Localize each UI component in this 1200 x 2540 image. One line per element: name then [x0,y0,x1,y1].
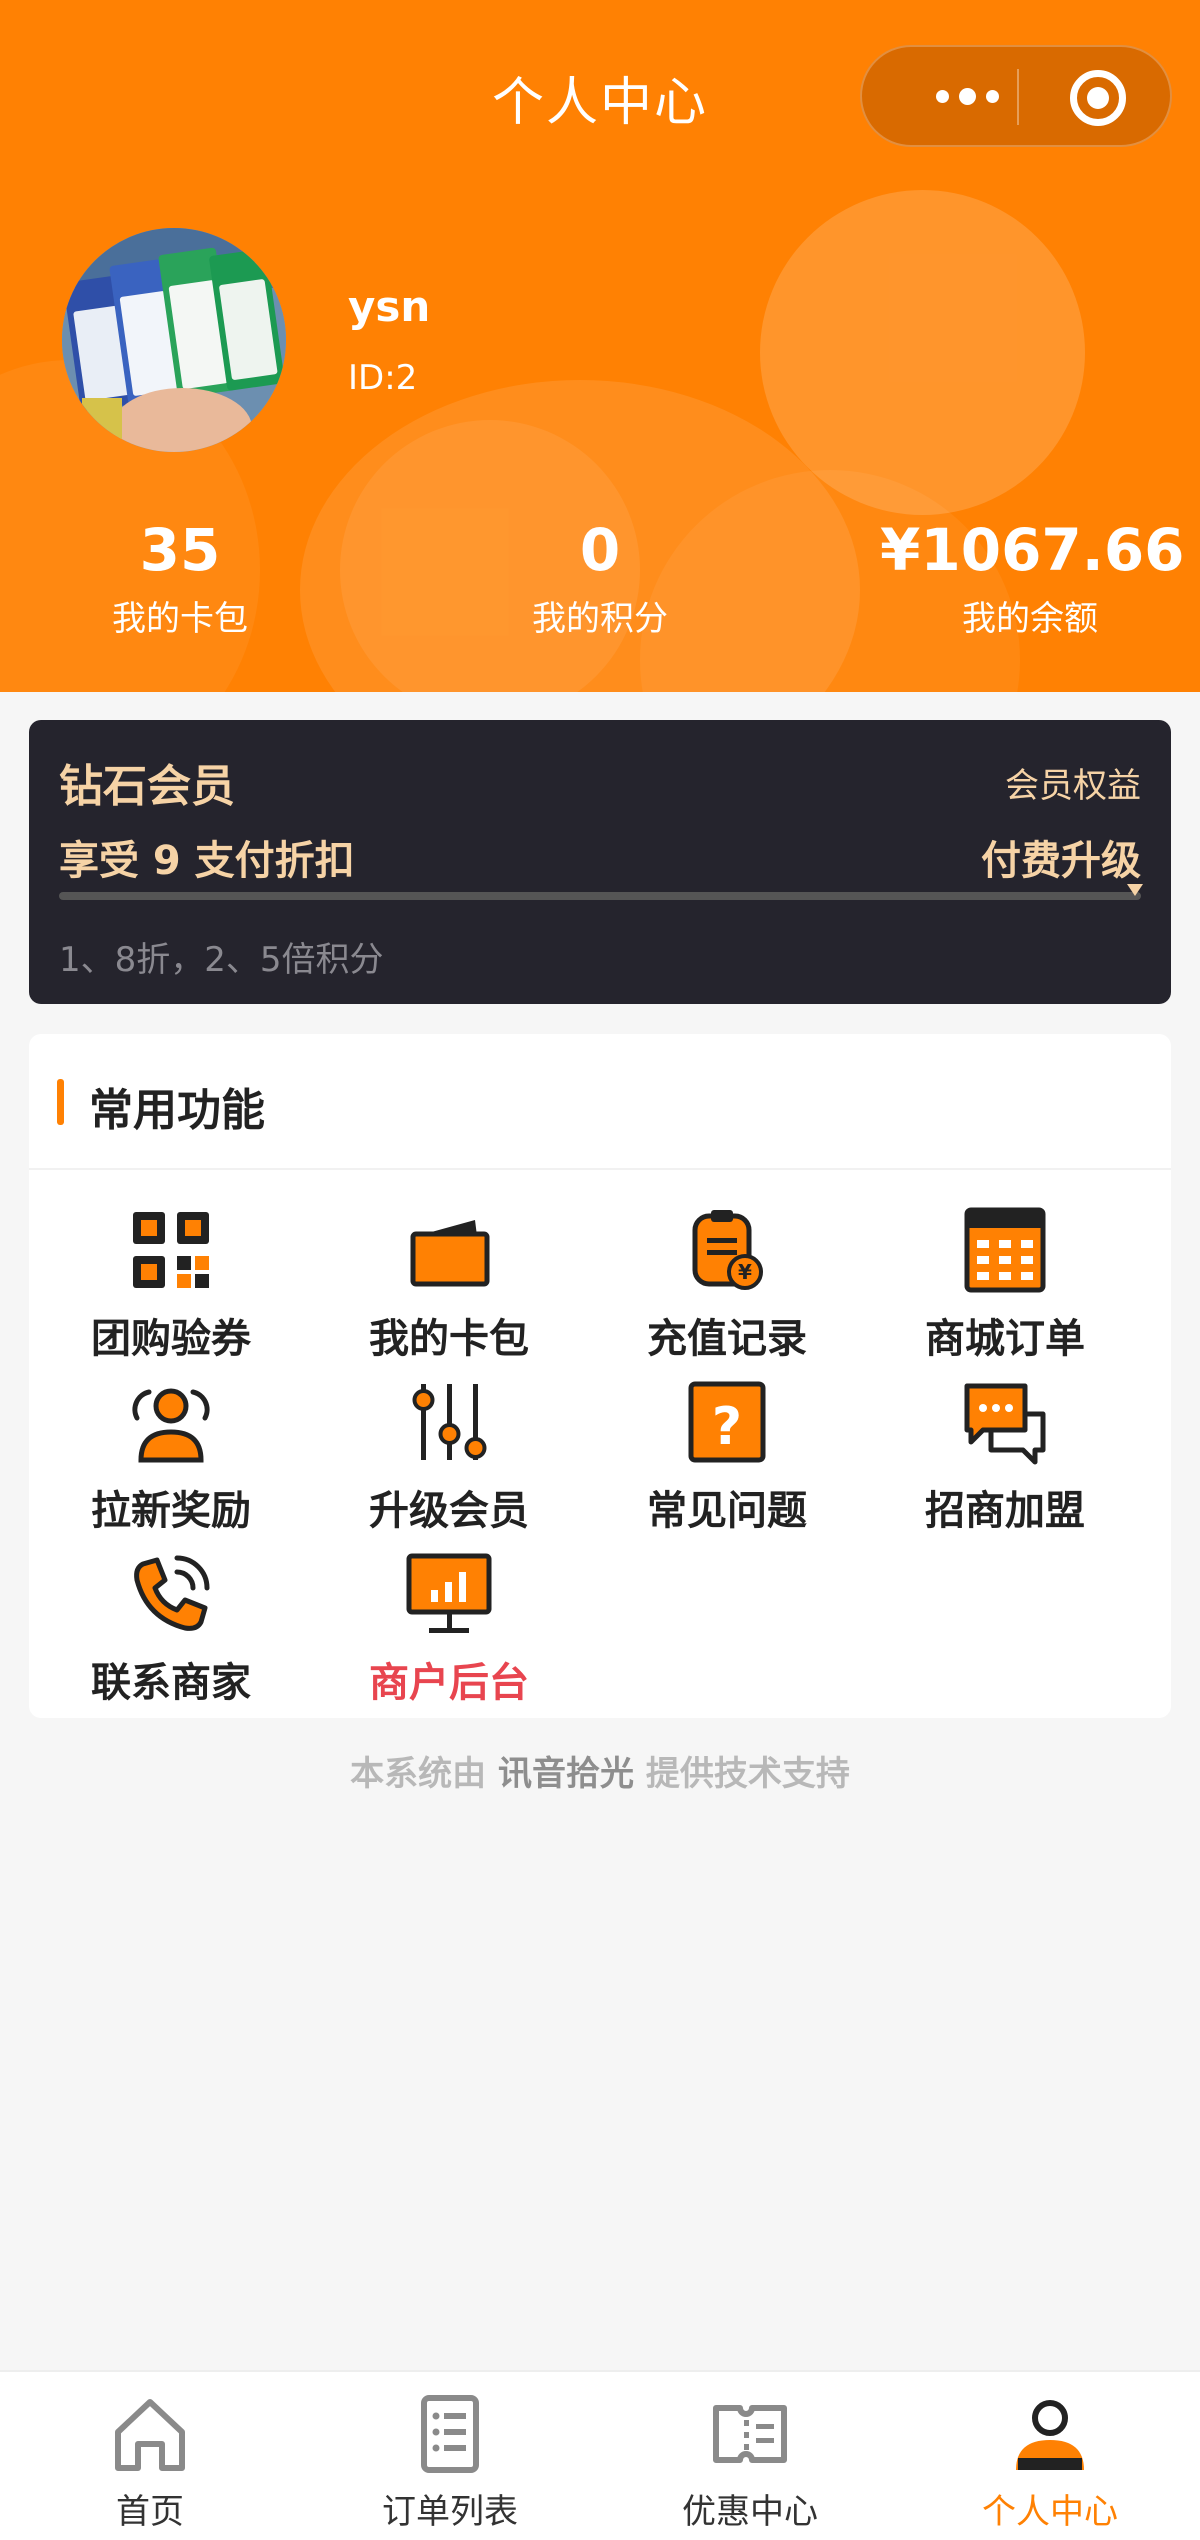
func-item-mall-orders[interactable]: 商城订单 [865,1206,1145,1362]
user-id: ID:2 [348,358,418,398]
stat-points-label: 我的积分 [532,599,668,639]
section-header: 常用功能 [29,1034,1171,1170]
svg-text:?: ? [712,1397,742,1457]
stat-balance-value: ¥1067.66 [880,516,1185,584]
stat-points[interactable]: 0 我的积分 [480,515,720,640]
func-item-label: 我的卡包 [369,1316,529,1362]
member-card: 钻石会员 会员权益 享受 9 支付折扣 付费升级 1、8折，2、5倍积分 [29,720,1171,1004]
svg-text:¥: ¥ [738,1260,752,1284]
close-target-icon[interactable] [1070,70,1126,126]
home-icon [115,2399,185,2471]
phone-icon [134,1555,210,1631]
decor-bubble [760,190,1085,515]
tab-label: 订单列表 [382,2492,518,2532]
stat-cards-value: 35 [139,516,221,584]
tab-label: 个人中心 [982,2492,1118,2532]
func-item-label: 拉新奖励 [91,1488,251,1534]
miniprogram-capsule [860,45,1172,147]
func-item-my-cards[interactable]: 我的卡包 [309,1206,589,1362]
powered-prefix: 本系统由 [350,1754,487,1794]
stat-points-value: 0 [579,516,621,584]
progress-marker-icon [1127,884,1143,896]
func-item-label: 升级会员 [369,1488,529,1534]
member-rights-link[interactable]: 会员权益 [1005,758,1141,807]
calendar-order-icon [964,1207,1046,1293]
sliders-icon [412,1384,487,1460]
section-accent-bar [57,1079,64,1125]
func-item-referral-reward[interactable]: 拉新奖励 [31,1378,311,1534]
username: ysn [348,282,431,331]
monitor-chart-icon [406,1553,492,1633]
tab-home[interactable]: 首页 [0,2372,300,2540]
stat-cards-label: 我的卡包 [112,599,248,639]
tab-coupon-center[interactable]: 优惠中心 [600,2372,900,2540]
order-list-icon [421,2395,479,2473]
func-item-label: 团购验券 [91,1316,251,1362]
tab-label: 优惠中心 [682,2492,818,2532]
stat-balance[interactable]: ¥1067.66 我的余额 [880,515,1185,640]
member-level: 钻石会员 [59,761,235,812]
wallet-icon [410,1220,490,1287]
member-discount: 享受 9 支付折扣 [59,838,355,884]
member-progress-track [59,892,1141,900]
avatar[interactable] [62,228,286,452]
more-icon[interactable] [902,47,1032,145]
member-benefit-note: 1、8折，2、5倍积分 [59,940,384,980]
profile-header: 个人中心 ysn ID:2 35 我的卡包 0 我的积分 ¥1067.66 我的… [0,0,1200,692]
capsule-divider [1017,69,1019,125]
avatar-image [62,228,286,452]
func-item-contact-merchant[interactable]: 联系商家 [31,1550,311,1706]
func-item-label: 联系商家 [91,1660,251,1706]
user-reward-icon [132,1388,210,1463]
tab-profile[interactable]: 个人中心 [900,2372,1200,2540]
question-icon: ? [688,1381,766,1463]
person-icon [1016,2400,1084,2470]
tab-label: 首页 [116,2492,184,2532]
common-functions-panel: 常用功能 团购验券 我的卡包 ¥ 充值记录 商城订单 拉新奖励 升级会员 ? 常… [29,1034,1171,1718]
qr-code-icon [133,1212,209,1288]
recharge-record-icon: ¥ [692,1210,763,1290]
stat-balance-label: 我的余额 [962,599,1098,639]
func-item-franchise[interactable]: 招商加盟 [865,1378,1145,1534]
section-title: 常用功能 [89,1085,265,1136]
tab-order-list[interactable]: 订单列表 [300,2372,600,2540]
func-item-label: 商户后台 [369,1660,529,1706]
func-item-label: 招商加盟 [925,1488,1085,1534]
func-item-merchant-backend[interactable]: 商户后台 [309,1550,589,1706]
func-item-label: 常见问题 [647,1488,807,1534]
func-item-label: 充值记录 [647,1316,807,1362]
func-item-group-voucher[interactable]: 团购验券 [31,1206,311,1362]
stat-cards[interactable]: 35 我的卡包 [60,515,300,640]
powered-by: 本系统由 讯音拾光 提供技术支持 [0,1746,1200,1795]
powered-suffix: 提供技术支持 [645,1754,850,1794]
coupon-icon [713,2405,787,2463]
upgrade-button[interactable]: 付费升级 [981,828,1141,886]
bottom-tab-bar: 首页 订单列表 优惠中心 个人中心 [0,2370,1200,2540]
powered-brand: 讯音拾光 [498,1754,634,1794]
func-item-upgrade-member[interactable]: 升级会员 [309,1378,589,1534]
func-item-label: 商城订单 [925,1316,1085,1362]
chat-bubble-icon [964,1383,1046,1465]
func-item-faq[interactable]: ? 常见问题 [587,1378,867,1534]
func-item-recharge-record[interactable]: ¥ 充值记录 [587,1206,867,1362]
